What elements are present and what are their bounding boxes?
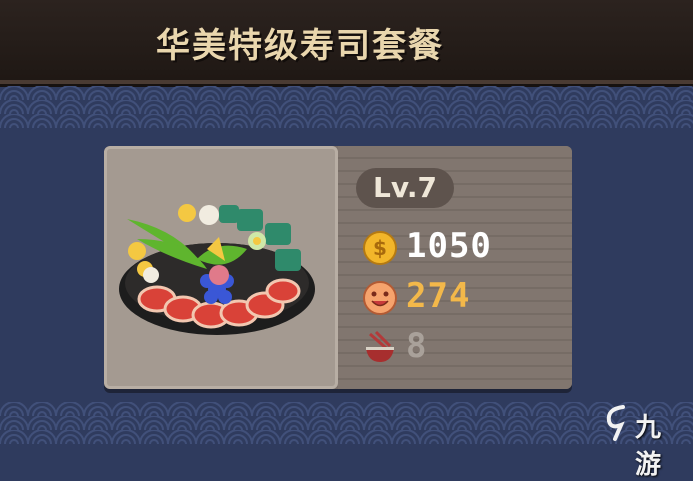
servings-value: 8 bbox=[406, 326, 428, 366]
dish-card[interactable]: Lv.7 $ 1050 274 8 bbox=[104, 146, 572, 389]
dish-image-frame bbox=[104, 146, 338, 389]
wave-pattern-bottom bbox=[0, 402, 693, 444]
happy-face-icon bbox=[363, 281, 397, 315]
level-badge: Lv.7 bbox=[356, 168, 454, 208]
dish-stats-panel: Lv.7 $ 1050 274 8 bbox=[338, 146, 572, 389]
site-watermark: 九游 bbox=[601, 401, 683, 480]
gold-coin-icon: $ bbox=[363, 231, 397, 265]
bowl-chopsticks-icon bbox=[366, 330, 394, 362]
sushi-platter-image bbox=[119, 204, 315, 335]
wave-pattern-top bbox=[0, 86, 693, 128]
price-value: 1050 bbox=[406, 226, 492, 266]
watermark-text: 九游 bbox=[635, 413, 662, 480]
title-bar: 华美特级寿司套餐 bbox=[0, 0, 693, 84]
dish-title: 华美特级寿司套餐 bbox=[156, 26, 444, 66]
nine-game-logo-icon bbox=[606, 405, 625, 441]
satisfaction-value: 274 bbox=[406, 276, 471, 316]
svg-text:$: $ bbox=[373, 236, 387, 260]
